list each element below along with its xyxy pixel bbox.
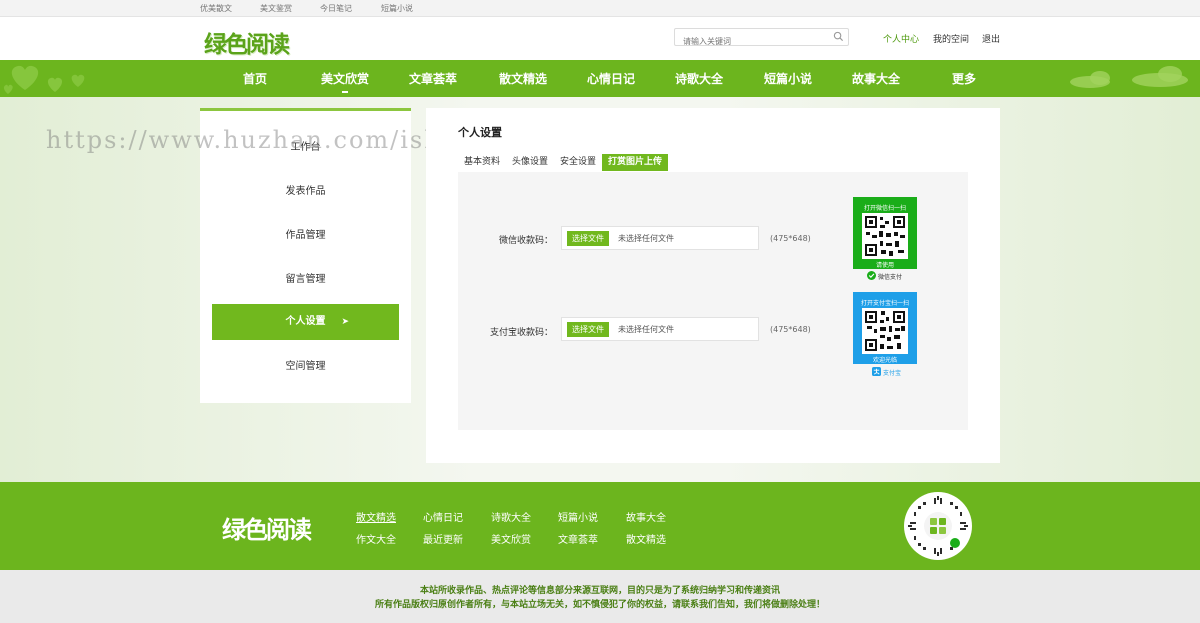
settings-panel: 个人设置 基本资料 头像设置 安全设置 打赏图片上传 微信收款码： 选择文件 未… bbox=[426, 108, 1000, 463]
site-logo[interactable]: 绿色阅读 bbox=[204, 25, 290, 59]
footer-link-prose-selection[interactable]: 散文精选 bbox=[626, 531, 666, 546]
footer-link-stories[interactable]: 故事大全 bbox=[626, 509, 666, 524]
alipay-qr-label: 支付宝收款码： bbox=[489, 328, 553, 338]
reward-upload-form: 微信收款码： 选择文件 未选择任何文件 (475*648) 打开微信扫一扫 请使… bbox=[458, 172, 968, 430]
alipay-qr-footer: 欢迎光临 bbox=[872, 357, 897, 364]
wechat-qr-preview: 打开微信扫一扫 请使用 bbox=[853, 197, 917, 269]
tab-security[interactable]: 安全设置 bbox=[554, 154, 603, 171]
footer-link-poetry[interactable]: 诗歌大全 bbox=[491, 509, 531, 524]
wechat-qr-label: 微信收款码： bbox=[498, 236, 553, 246]
wechat-qr-header: 打开微信扫一扫 bbox=[863, 205, 906, 212]
clouds-decoration-icon bbox=[1070, 66, 1188, 88]
topbar-link-notes[interactable]: 今日笔记 bbox=[320, 3, 352, 14]
alipay-icon bbox=[872, 367, 881, 376]
wechat-pay-icon bbox=[867, 271, 876, 280]
footer-link-prose[interactable]: 散文精选 bbox=[356, 509, 396, 524]
tab-avatar[interactable]: 头像设置 bbox=[506, 154, 555, 171]
footer-link-appreciation[interactable]: 美文欣赏 bbox=[491, 531, 531, 546]
alipay-file-input[interactable]: 选择文件 未选择任何文件 bbox=[561, 317, 759, 341]
page-title: 个人设置 bbox=[458, 126, 502, 139]
top-utility-bar: 优美散文 美文鉴赏 今日笔记 短篇小说 bbox=[0, 0, 1200, 17]
nav-mood-diary[interactable]: 心情日记 bbox=[587, 70, 635, 87]
wechat-choose-file-button[interactable]: 选择文件 bbox=[567, 231, 609, 246]
footer-link-latest[interactable]: 最近更新 bbox=[423, 531, 463, 546]
search-input[interactable] bbox=[675, 33, 825, 50]
alipay-label: 支付宝 bbox=[883, 370, 902, 377]
user-center-link[interactable]: 个人中心 bbox=[883, 32, 919, 45]
site-footer: 绿色阅读 散文精选 心情日记 诗歌大全 短篇小说 故事大全 作文大全 最近更新 … bbox=[0, 482, 1200, 570]
wechat-pay-label: 微信支付 bbox=[878, 274, 903, 281]
wechat-qr-footer: 请使用 bbox=[875, 262, 894, 269]
my-space-link[interactable]: 我的空间 bbox=[933, 32, 969, 45]
footer-link-essays[interactable]: 作文大全 bbox=[356, 531, 396, 546]
alipay-qr-code-icon bbox=[862, 308, 908, 354]
tab-basic-info[interactable]: 基本资料 bbox=[458, 154, 507, 171]
alipay-size-hint: (475*648) bbox=[770, 325, 811, 334]
footer-link-articles[interactable]: 文章荟萃 bbox=[558, 531, 598, 546]
wechat-qr-code-icon bbox=[862, 213, 908, 259]
wechat-file-input[interactable]: 选择文件 未选择任何文件 bbox=[561, 226, 759, 250]
footer-link-short-stories[interactable]: 短篇小说 bbox=[558, 509, 598, 524]
sidebar-item-messages[interactable]: 留言管理 bbox=[200, 270, 411, 290]
tab-reward-upload[interactable]: 打赏图片上传 bbox=[602, 154, 669, 171]
site-header: 绿色阅读 个人中心 我的空间 退出 bbox=[0, 17, 1200, 60]
nav-stories[interactable]: 故事大全 bbox=[852, 70, 900, 87]
arrow-right-icon: ➤ bbox=[341, 317, 349, 327]
search-box bbox=[674, 28, 849, 50]
nav-more[interactable]: 更多 bbox=[952, 70, 976, 87]
hearts-decoration-icon bbox=[3, 65, 85, 94]
alipay-choose-file-button[interactable]: 选择文件 bbox=[567, 322, 609, 337]
sidebar-item-publish[interactable]: 发表作品 bbox=[200, 182, 411, 202]
nav-short-stories[interactable]: 短篇小说 bbox=[764, 70, 812, 87]
copyright-notice: 本站所收录作品、热点评论等信息部分来源互联网，目的只是为了系统归纳学习和传递资讯… bbox=[0, 570, 1200, 623]
nav-article-collection[interactable]: 文章荟萃 bbox=[409, 70, 457, 87]
sidebar-item-label: 个人设置 bbox=[285, 316, 326, 327]
wechat-size-hint: (475*648) bbox=[770, 234, 811, 243]
logout-link[interactable]: 退出 bbox=[982, 32, 1000, 45]
nav-prose-selection[interactable]: 散文精选 bbox=[499, 70, 547, 87]
topbar-link-short-stories[interactable]: 短篇小说 bbox=[381, 3, 413, 14]
copyright-line-1: 本站所收录作品、热点评论等信息部分来源互联网，目的只是为了系统归纳学习和传递资讯 bbox=[419, 586, 780, 596]
sidebar-item-space[interactable]: 空间管理 bbox=[200, 357, 411, 377]
footer-mini-program-qr bbox=[904, 492, 972, 560]
topbar-link-appreciation[interactable]: 美文鉴赏 bbox=[260, 3, 292, 14]
footer-link-diary[interactable]: 心情日记 bbox=[423, 509, 463, 524]
main-nav: 首页 美文欣赏 文章荟萃 散文精选 心情日记 诗歌大全 短篇小说 故事大全 更多 bbox=[0, 60, 1200, 97]
nav-home[interactable]: 首页 bbox=[243, 70, 267, 87]
alipay-qr-preview: 打开支付宝扫一扫 欢迎光临 bbox=[853, 292, 917, 364]
sidebar-item-works[interactable]: 作品管理 bbox=[200, 226, 411, 246]
wechat-file-status: 未选择任何文件 bbox=[618, 234, 674, 243]
copyright-line-2: 所有作品版权归原创作者所有，与本站立场无关，如不慎侵犯了你的权益，请联系我们告知… bbox=[374, 600, 825, 610]
alipay-qr-header: 打开支付宝扫一扫 bbox=[860, 300, 909, 307]
search-icon[interactable] bbox=[833, 31, 844, 42]
settings-tabs: 基本资料 头像设置 安全设置 打赏图片上传 bbox=[458, 154, 669, 171]
nav-essay-appreciation[interactable]: 美文欣赏 bbox=[321, 70, 369, 93]
footer-logo[interactable]: 绿色阅读 bbox=[222, 510, 312, 545]
nav-poetry[interactable]: 诗歌大全 bbox=[675, 70, 723, 87]
sidebar-item-settings[interactable]: 个人设置 ➤ bbox=[212, 304, 399, 340]
topbar-link-prose[interactable]: 优美散文 bbox=[200, 3, 232, 14]
alipay-file-status: 未选择任何文件 bbox=[618, 325, 674, 334]
mini-program-code-icon bbox=[908, 496, 968, 556]
